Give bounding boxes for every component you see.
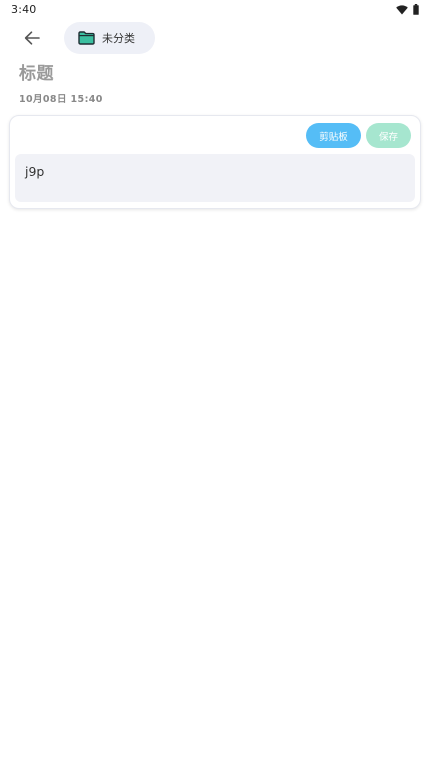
battery-icon [413, 0, 419, 19]
folder-icon [78, 31, 95, 45]
note-content-field[interactable]: j9p [15, 154, 415, 202]
back-button[interactable] [19, 27, 45, 51]
note-card: 剪贴板 保存 j9p [9, 115, 421, 209]
note-title[interactable]: 标题 [19, 59, 54, 84]
status-icons [396, 3, 419, 15]
status-time: 3:40 [11, 3, 37, 16]
note-date: 10月08日 15:40 [19, 94, 103, 105]
wifi-icon [396, 0, 408, 19]
clipboard-button[interactable]: 剪贴板 [306, 123, 361, 148]
save-button[interactable]: 保存 [366, 123, 411, 148]
category-label: 未分类 [102, 32, 135, 45]
back-arrow-icon [24, 30, 40, 49]
note-content-text: j9p [25, 164, 45, 179]
status-bar: 3:40 [0, 0, 430, 20]
category-chip[interactable]: 未分类 [64, 22, 155, 54]
note-editor-screen: 3:40 未分类 标题 10月08日 15:40 剪贴板 保存 j9p [0, 0, 430, 766]
